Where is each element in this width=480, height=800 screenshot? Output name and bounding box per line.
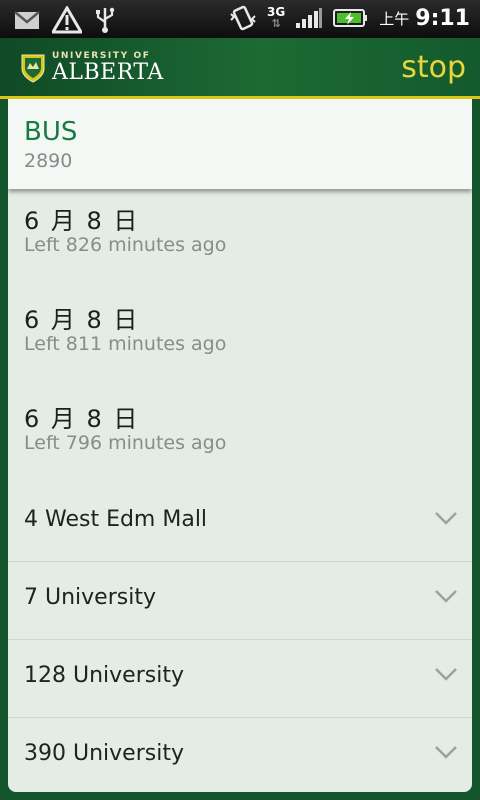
network-indicator: 3G ⇅ [267, 6, 285, 30]
departure-item[interactable]: 6 月 8 日 Left 796 minutes ago [8, 387, 472, 486]
stop-info-card: BUS 2890 [8, 99, 472, 189]
route-label: 7 University [24, 585, 156, 610]
route-item-4[interactable]: 4 West Edm Mall [8, 484, 472, 562]
route-label: 4 West Edm Mall [24, 507, 208, 532]
crest-icon [21, 54, 45, 83]
warning-icon [52, 6, 82, 34]
stop-type: BUS [24, 117, 78, 147]
status-bar: 3G ⇅ 上午 9:11 [0, 0, 480, 38]
chevron-down-icon[interactable] [434, 510, 458, 526]
clock: 9:11 [415, 5, 470, 31]
departure-time-ago: Left 826 minutes ago [24, 234, 227, 256]
gmail-icon [14, 11, 40, 29]
app-header: UNIVERSITY OF ALBERTA stop [0, 38, 480, 99]
departure-time-ago: Left 796 minutes ago [24, 432, 227, 454]
departure-item[interactable]: 6 月 8 日 Left 811 minutes ago [8, 288, 472, 387]
page-title: stop [401, 50, 466, 85]
usb-icon [96, 7, 115, 33]
route-item-390[interactable]: 390 University [8, 718, 472, 792]
notification-icons [14, 6, 116, 34]
departure-date: 6 月 8 日 [24, 306, 140, 334]
data-arrows-icon: ⇅ [271, 17, 281, 30]
route-label: 390 University [24, 741, 184, 766]
signal-icon [296, 8, 323, 28]
stop-details-panel: BUS 2890 6 月 8 日 Left 826 minutes ago 6 … [8, 99, 472, 792]
vibrate-icon [230, 5, 256, 31]
am-pm-label: 上午 [379, 9, 410, 28]
departure-list: 6 月 8 日 Left 826 minutes ago 6 月 8 日 Lef… [8, 189, 472, 486]
route-list: 4 West Edm Mall 7 University 128 Univers… [8, 484, 472, 792]
stop-number: 2890 [24, 150, 73, 172]
university-logo: UNIVERSITY OF ALBERTA [20, 52, 164, 84]
battery-charging-icon [333, 9, 368, 27]
departure-item[interactable]: 6 月 8 日 Left 826 minutes ago [8, 189, 472, 288]
departure-date: 6 月 8 日 [24, 207, 140, 235]
departure-time-ago: Left 811 minutes ago [24, 333, 227, 355]
chevron-down-icon[interactable] [434, 744, 458, 760]
route-item-7[interactable]: 7 University [8, 562, 472, 640]
chevron-down-icon[interactable] [434, 588, 458, 604]
route-label: 128 University [24, 663, 184, 688]
route-item-128[interactable]: 128 University [8, 640, 472, 718]
chevron-down-icon[interactable] [434, 666, 458, 682]
system-icons: 3G ⇅ 上午 9:11 [229, 4, 470, 32]
departure-date: 6 月 8 日 [24, 405, 140, 433]
logo-title: ALBERTA [52, 60, 164, 85]
